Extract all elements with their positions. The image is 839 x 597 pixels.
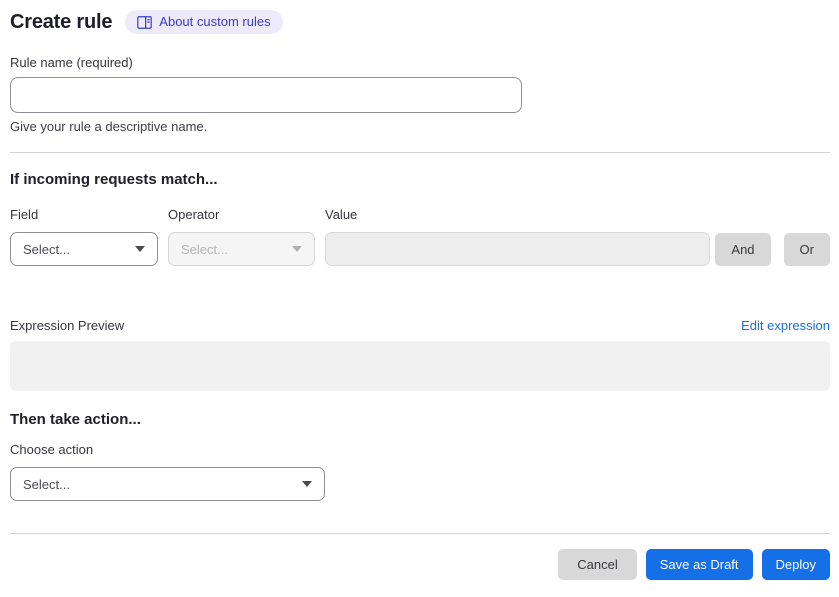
rule-name-input[interactable] — [10, 77, 522, 113]
operator-column: Operator Select... — [168, 207, 315, 266]
field-select-value: Select... — [23, 241, 70, 257]
section-divider — [10, 152, 830, 153]
operator-select-value: Select... — [181, 241, 228, 257]
choose-action-select-value: Select... — [23, 476, 70, 492]
value-label: Value — [325, 207, 358, 222]
field-select[interactable]: Select... — [10, 232, 158, 266]
footer-divider — [10, 533, 830, 534]
rule-name-helper: Give your rule a descriptive name. — [10, 119, 208, 134]
about-custom-rules-badge[interactable]: About custom rules — [125, 10, 283, 34]
field-label: Field — [10, 207, 39, 222]
book-reader-icon — [137, 15, 153, 29]
choose-action-label: Choose action — [10, 442, 94, 457]
about-custom-rules-label: About custom rules — [159, 14, 271, 29]
page-header: Create rule About custom rules — [10, 10, 830, 34]
footer-actions: Cancel Save as Draft Deploy — [10, 549, 830, 580]
or-button[interactable]: Or — [783, 233, 830, 266]
action-section-heading: Then take action... — [10, 411, 141, 428]
expression-preview-label: Expression Preview — [10, 318, 125, 333]
save-as-draft-button[interactable]: Save as Draft — [645, 549, 753, 580]
chevron-down-icon — [135, 246, 145, 252]
and-or-buttons: And Or — [715, 233, 830, 266]
value-input[interactable] — [325, 232, 710, 266]
expression-header-row: Expression Preview Edit expression — [10, 318, 830, 333]
choose-action-select[interactable]: Select... — [10, 467, 325, 501]
operator-label: Operator — [168, 207, 220, 222]
match-section-heading: If incoming requests match... — [10, 171, 218, 188]
rule-name-label: Rule name (required) — [10, 55, 133, 70]
page-title: Create rule — [10, 10, 113, 33]
cancel-button[interactable]: Cancel — [558, 549, 637, 580]
create-rule-page: Create rule About custom rules Rule name… — [0, 0, 839, 580]
field-column: Field Select... — [10, 207, 158, 266]
chevron-down-icon — [302, 481, 312, 487]
deploy-button[interactable]: Deploy — [761, 549, 830, 580]
and-button[interactable]: And — [715, 233, 771, 266]
edit-expression-link[interactable]: Edit expression — [741, 318, 830, 333]
expression-preview-box — [10, 341, 830, 391]
condition-row: Field Select... Operator Select... Value… — [10, 207, 830, 266]
value-column: Value — [325, 207, 710, 266]
operator-select[interactable]: Select... — [168, 232, 315, 266]
chevron-down-icon — [292, 246, 302, 252]
rule-name-block: Rule name (required) Give your rule a de… — [10, 55, 830, 134]
